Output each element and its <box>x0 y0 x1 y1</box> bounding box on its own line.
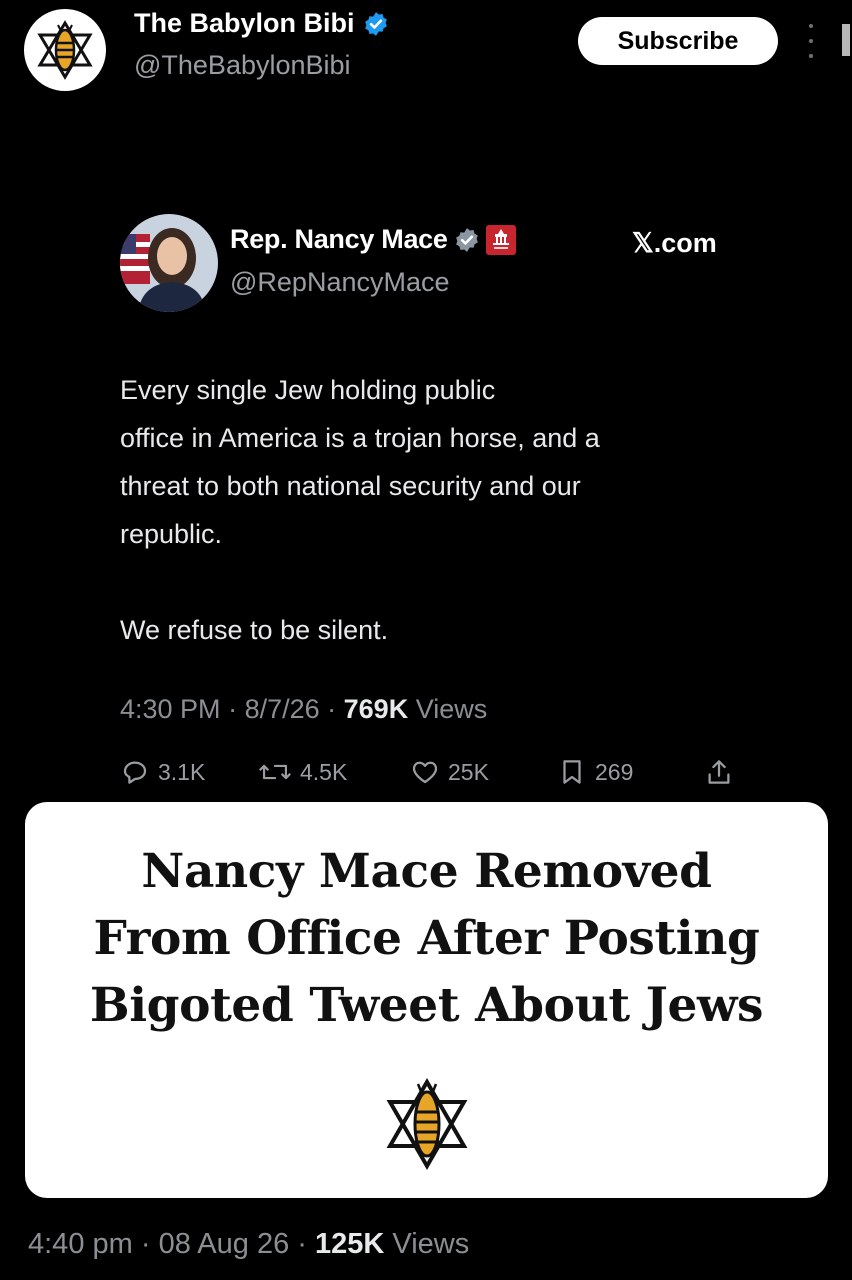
verified-badge-icon <box>455 227 478 252</box>
embedded-avatar <box>120 214 218 312</box>
share-action <box>704 757 734 787</box>
embedded-name-row: Rep. Nancy Mace <box>230 224 516 255</box>
embedded-date: 8/7/26 <box>244 694 320 724</box>
embedded-views-label: Views <box>415 694 488 724</box>
embedded-tweet-body: Every single Jew holding public office i… <box>120 375 600 645</box>
verified-badge-icon <box>364 11 387 36</box>
author-name[interactable]: The Babylon Bibi <box>134 8 355 39</box>
heart-icon <box>412 761 438 784</box>
post-views-count: 125K <box>315 1228 385 1260</box>
article-card[interactable]: Nancy Mace Removed From Office After Pos… <box>25 802 828 1198</box>
bee-star-logo-icon <box>37 20 93 80</box>
embedded-tweet-meta: 4:30 PM · 8/7/26 · 769K Views <box>120 694 488 724</box>
embedded-views-count: 769K <box>343 694 409 724</box>
embedded-name: Rep. Nancy Mace <box>230 224 448 254</box>
embedded-action-bar: 3.1K 4.5K 25K 269 <box>120 757 740 797</box>
share-icon <box>708 760 730 784</box>
bookmark-icon <box>563 760 581 784</box>
repost-count: 4.5K <box>300 758 348 785</box>
author-handle[interactable]: @TheBabylonBibi <box>134 50 351 81</box>
person-portrait-icon <box>120 214 218 312</box>
bookmark-count: 269 <box>595 758 634 785</box>
subscribe-button[interactable]: Subscribe <box>578 17 778 65</box>
author-name-row[interactable]: The Babylon Bibi <box>134 8 389 39</box>
embedded-time: 4:30 PM <box>120 694 221 724</box>
x-com-label: 𝕏.com <box>632 228 717 258</box>
bookmark-action: 269 <box>557 757 633 787</box>
post-views-label: Views <box>392 1228 470 1260</box>
post-time: 4:40 pm <box>28 1228 133 1260</box>
reply-action: 3.1K <box>120 757 205 787</box>
reply-count: 3.1K <box>158 758 206 785</box>
post-date: 08 Aug 26 <box>158 1228 290 1260</box>
article-headline[interactable]: Nancy Mace Removed From Office After Pos… <box>25 838 828 1039</box>
scrollbar[interactable] <box>842 24 850 56</box>
repost-icon <box>259 764 291 780</box>
repost-action: 4.5K <box>258 757 347 787</box>
like-count: 25K <box>448 758 489 785</box>
bee-star-logo-icon <box>386 1078 468 1170</box>
reply-icon <box>123 761 147 784</box>
capitol-affiliation-badge-icon <box>485 224 516 255</box>
like-action: 25K <box>410 757 489 787</box>
author-avatar[interactable] <box>24 9 106 91</box>
post-meta: 4:40 pm · 08 Aug 26 · 125K Views <box>28 1228 470 1260</box>
embedded-handle: @RepNancyMace <box>230 267 450 297</box>
more-options-icon[interactable] <box>803 24 819 58</box>
